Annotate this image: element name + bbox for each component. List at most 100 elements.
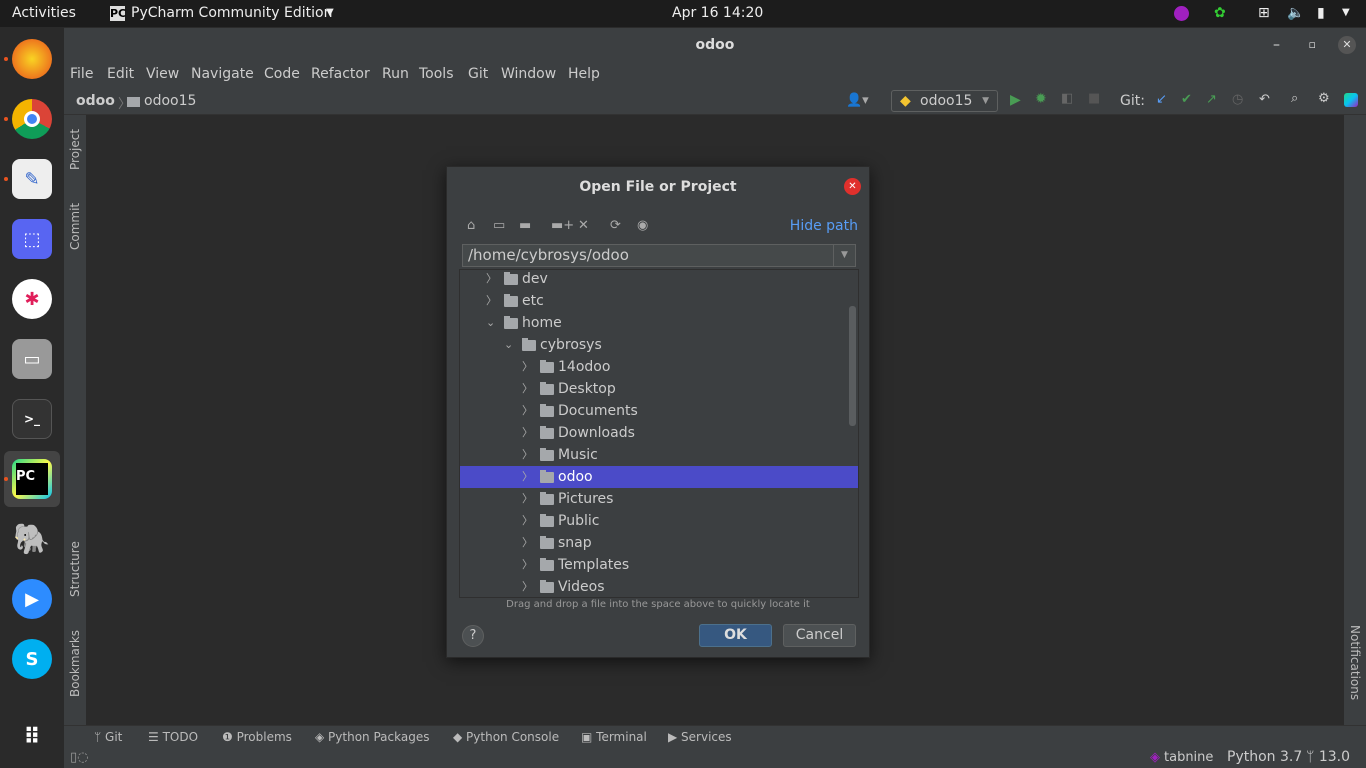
- tabnine-status[interactable]: tabnine: [1164, 750, 1213, 765]
- clock[interactable]: Apr 16 14:20: [672, 5, 763, 21]
- menu-git[interactable]: Git: [468, 66, 488, 82]
- tool-notifications[interactable]: Notifications: [1348, 625, 1362, 700]
- git-commit-icon[interactable]: ✔: [1181, 92, 1192, 107]
- stop-icon[interactable]: ■: [1088, 91, 1100, 106]
- tool-commit[interactable]: Commit: [68, 203, 82, 250]
- menu-code[interactable]: Code: [264, 66, 300, 82]
- tree-item-14odoo[interactable]: 〉 14odoo: [460, 356, 858, 378]
- delete-icon[interactable]: ✕: [578, 218, 589, 233]
- plugin-icon[interactable]: [1344, 93, 1358, 107]
- breadcrumb-project[interactable]: odoo: [76, 93, 115, 109]
- history-icon[interactable]: ◷: [1232, 92, 1243, 107]
- tray-app-icon[interactable]: [1174, 6, 1189, 21]
- tool-services[interactable]: ▶ Services: [668, 730, 732, 744]
- new-folder-icon[interactable]: ▬+: [551, 218, 574, 233]
- menu-help[interactable]: Help: [568, 66, 600, 82]
- app-grid-icon[interactable]: ⠿: [12, 717, 52, 757]
- tree-item-videos[interactable]: 〉 Videos: [460, 576, 858, 597]
- run-config-selector[interactable]: ◆ odoo15 ▼: [891, 90, 998, 112]
- layout-icon[interactable]: ▯◌: [70, 750, 89, 765]
- zoom-icon[interactable]: ▶: [12, 579, 52, 619]
- chevron-right-icon[interactable]: 〉: [522, 532, 533, 554]
- tool-bookmarks[interactable]: Bookmarks: [68, 630, 82, 697]
- chevron-right-icon[interactable]: 〉: [522, 422, 533, 444]
- coverage-icon[interactable]: ◧: [1061, 91, 1073, 106]
- branch-status[interactable]: ᛘ 13.0: [1306, 749, 1350, 765]
- screenshot-icon[interactable]: ⬚: [12, 219, 52, 259]
- tool-python-packages[interactable]: ◈ Python Packages: [315, 730, 429, 744]
- menu-window[interactable]: Window: [501, 66, 556, 82]
- tray-icon[interactable]: ✿: [1214, 5, 1226, 21]
- text-editor-icon[interactable]: ✎: [12, 159, 52, 199]
- chrome-icon[interactable]: [12, 99, 52, 139]
- menu-edit[interactable]: Edit: [107, 66, 134, 82]
- tree-item-home[interactable]: ⌄ home: [460, 312, 858, 334]
- refresh-icon[interactable]: ⟳: [610, 218, 621, 233]
- menu-file[interactable]: File: [70, 66, 93, 82]
- chevron-down-icon[interactable]: ⌄: [486, 312, 495, 334]
- tree-item-templates[interactable]: 〉 Templates: [460, 554, 858, 576]
- postgresql-icon[interactable]: 🐘: [12, 519, 52, 559]
- tool-structure[interactable]: Structure: [68, 541, 82, 597]
- help-button[interactable]: ?: [462, 625, 484, 647]
- desktop-icon[interactable]: ▭: [493, 218, 505, 233]
- chevron-right-icon[interactable]: 〉: [522, 444, 533, 466]
- rollback-icon[interactable]: ↶: [1259, 92, 1270, 107]
- hide-path-link[interactable]: Hide path: [790, 218, 858, 234]
- pycharm-dock-icon[interactable]: PC: [12, 459, 52, 499]
- project-folder-icon[interactable]: ▬: [519, 218, 531, 233]
- maximize-button[interactable]: ▫: [1309, 28, 1316, 62]
- tool-python-console[interactable]: ◆ Python Console: [453, 730, 559, 744]
- menu-navigate[interactable]: Navigate: [191, 66, 254, 82]
- chevron-down-icon[interactable]: ⌄: [504, 334, 513, 356]
- minimize-button[interactable]: –: [1273, 28, 1280, 62]
- path-history-dropdown[interactable]: ▼: [833, 245, 855, 266]
- breadcrumb-folder[interactable]: odoo15: [144, 93, 196, 109]
- chevron-right-icon[interactable]: 〉: [522, 356, 533, 378]
- path-input[interactable]: /home/cybrosys/odoo ▼: [462, 244, 856, 267]
- network-icon[interactable]: ⊞: [1258, 5, 1270, 21]
- tree-item-cybrosys[interactable]: ⌄ cybrosys: [460, 334, 858, 356]
- chevron-right-icon[interactable]: 〉: [486, 270, 497, 290]
- chevron-right-icon[interactable]: 〉: [522, 400, 533, 422]
- menu-run[interactable]: Run: [382, 66, 409, 82]
- tool-todo[interactable]: ☰ TODO: [148, 730, 198, 744]
- user-account-icon[interactable]: 👤▾: [846, 93, 869, 108]
- tree-item-odoo[interactable]: 〉 odoo: [460, 466, 858, 488]
- firefox-icon[interactable]: [12, 39, 52, 79]
- tree-item-downloads[interactable]: 〉 Downloads: [460, 422, 858, 444]
- skype-icon[interactable]: S: [12, 639, 52, 679]
- tool-problems[interactable]: ❶ Problems: [222, 730, 292, 744]
- menu-tools[interactable]: Tools: [419, 66, 454, 82]
- chevron-right-icon[interactable]: 〉: [522, 576, 533, 597]
- chevron-right-icon[interactable]: 〉: [522, 466, 533, 488]
- show-hidden-icon[interactable]: ◉: [637, 218, 648, 233]
- tree-item-documents[interactable]: 〉 Documents: [460, 400, 858, 422]
- chevron-right-icon[interactable]: 〉: [522, 510, 533, 532]
- app-menu[interactable]: PyCharm Community Edition: [131, 5, 332, 21]
- git-push-icon[interactable]: ↗: [1206, 92, 1217, 107]
- tool-git[interactable]: ᛘ Git: [94, 730, 122, 744]
- tool-project[interactable]: Project: [68, 129, 82, 170]
- tool-terminal[interactable]: ▣ Terminal: [581, 730, 647, 744]
- slack-icon[interactable]: ✱: [12, 279, 52, 319]
- interpreter-status[interactable]: Python 3.7: [1227, 749, 1302, 765]
- chevron-right-icon[interactable]: 〉: [522, 378, 533, 400]
- ok-button[interactable]: OK: [699, 624, 772, 647]
- search-icon[interactable]: ⌕: [1291, 91, 1298, 106]
- chevron-right-icon[interactable]: 〉: [522, 554, 533, 576]
- chevron-right-icon[interactable]: 〉: [486, 290, 497, 312]
- menu-view[interactable]: View: [146, 66, 179, 82]
- debug-icon[interactable]: ✹: [1035, 91, 1047, 107]
- chevron-right-icon[interactable]: 〉: [522, 488, 533, 510]
- cancel-button[interactable]: Cancel: [783, 624, 856, 647]
- battery-icon[interactable]: ▮: [1317, 5, 1325, 21]
- files-icon[interactable]: ▭: [12, 339, 52, 379]
- tree-scrollbar[interactable]: [849, 306, 856, 426]
- volume-icon[interactable]: 🔈: [1287, 5, 1304, 21]
- tree-item-dev[interactable]: 〉 dev: [460, 270, 858, 290]
- terminal-icon[interactable]: >_: [12, 399, 52, 439]
- tree-item-etc[interactable]: 〉 etc: [460, 290, 858, 312]
- home-icon[interactable]: ⌂: [467, 218, 475, 233]
- run-icon[interactable]: ▶: [1010, 92, 1021, 108]
